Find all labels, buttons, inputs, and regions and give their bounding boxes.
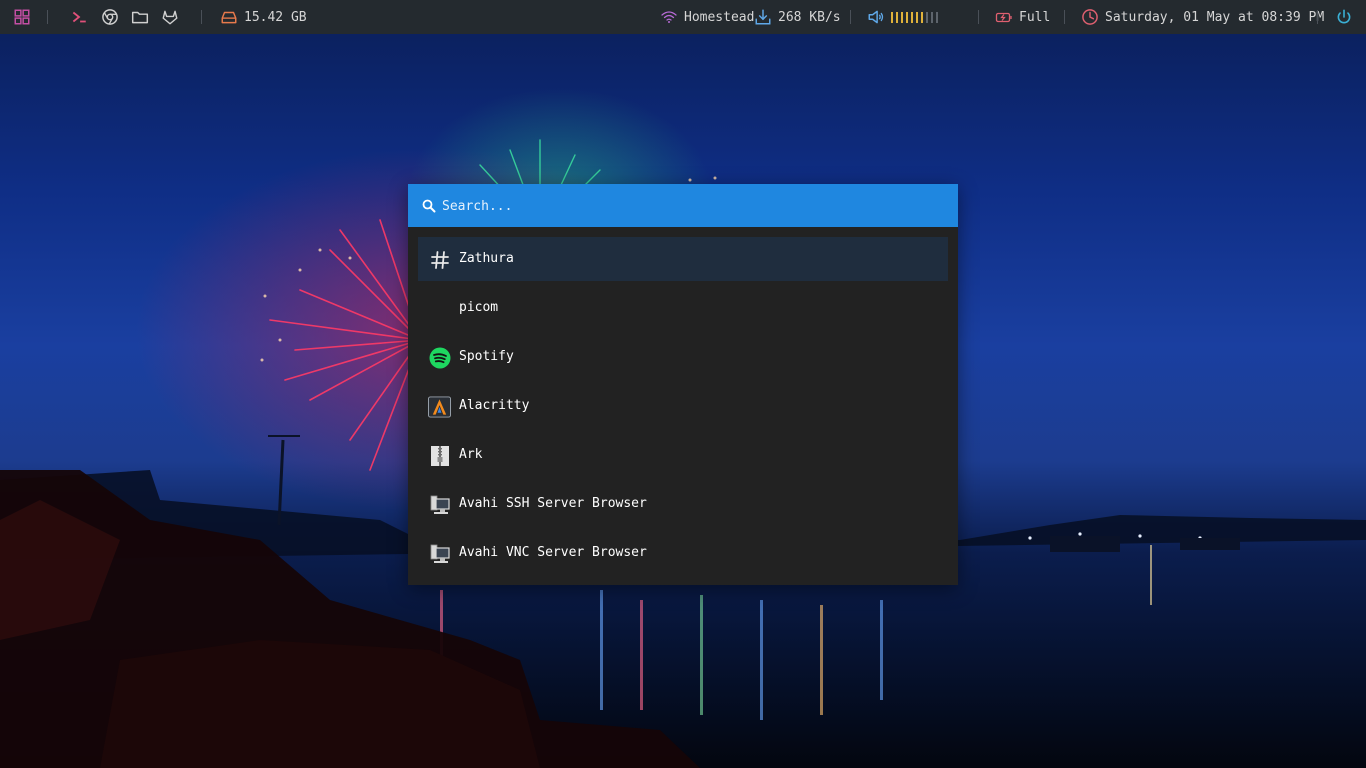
clock-icon [1082, 9, 1098, 25]
disk-usage-value: 15.42 GB [244, 9, 307, 25]
terminal-launcher[interactable] [70, 0, 88, 34]
volume-bar [891, 11, 893, 23]
folder-icon [131, 11, 149, 24]
list-item-label: Alacritty [459, 398, 530, 413]
chrome-icon [102, 9, 118, 25]
list-item-label: Spotify [459, 349, 514, 364]
clock-datetime: Saturday, 01 May at 08:39 PM [1105, 9, 1325, 25]
power-icon [1337, 9, 1351, 24]
battery-label: Full [1019, 9, 1051, 25]
apps-grid-button[interactable] [13, 0, 31, 34]
separator [201, 10, 202, 24]
gitlab-icon [162, 10, 178, 25]
separator [1317, 10, 1318, 24]
list-item[interactable]: Avahi SSH Server Browser [418, 482, 948, 526]
separator [47, 10, 48, 24]
archive-icon [428, 444, 451, 467]
list-item[interactable]: Avahi VNC Server Browser [418, 531, 948, 575]
download-icon [755, 9, 771, 25]
wifi-ssid: Homestead [684, 9, 755, 25]
search-icon [422, 199, 436, 213]
top-panel: 15.42 GB Homestead 268 KB/s Full Saturda… [0, 0, 1366, 34]
search-input[interactable] [442, 195, 942, 217]
wifi-status[interactable]: Homestead [660, 0, 754, 34]
list-item-label: Avahi VNC Server Browser [459, 545, 647, 560]
power-button[interactable] [1335, 0, 1353, 34]
download-speed: 268 KB/s [778, 9, 841, 25]
battery-status: Full [995, 0, 1050, 34]
battery-charging-icon [995, 12, 1012, 23]
hard-drive-icon [221, 11, 237, 24]
volume-control[interactable] [867, 0, 938, 34]
files-launcher[interactable] [131, 0, 149, 34]
browser-launcher[interactable] [101, 0, 119, 34]
volume-bar [901, 11, 903, 23]
spotify-icon [428, 346, 451, 369]
search-bar [408, 184, 958, 227]
separator [850, 10, 851, 24]
list-item-label: Avahi SSH Server Browser [459, 496, 647, 511]
volume-bar [916, 11, 918, 23]
volume-bar [896, 11, 898, 23]
list-item-label: picom [459, 300, 499, 315]
network-computer-icon [428, 493, 451, 516]
wifi-icon [661, 11, 677, 23]
separator [1064, 10, 1065, 24]
app-list: Zathura picom Spotify Alacritty Ark Avah… [418, 237, 948, 580]
network-computer-icon [428, 542, 451, 565]
list-item[interactable]: picom [418, 286, 948, 330]
alacritty-icon [428, 395, 451, 418]
separator [978, 10, 979, 24]
volume-bar [911, 11, 913, 23]
volume-bar [906, 11, 908, 23]
list-item[interactable]: Zathura [418, 237, 948, 281]
list-item[interactable]: Ark [418, 433, 948, 477]
network-speed: 268 KB/s [754, 0, 841, 34]
terminal-icon [72, 11, 86, 23]
clock[interactable]: Saturday, 01 May at 08:39 PM [1081, 0, 1324, 34]
disk-usage: 15.42 GB [220, 0, 307, 34]
list-item-label: Ark [459, 447, 483, 462]
volume-bar [921, 11, 923, 23]
speaker-icon [868, 10, 884, 24]
app-launcher: Zathura picom Spotify [408, 184, 958, 585]
hash-icon [428, 248, 451, 271]
list-item[interactable]: Alacritty [418, 384, 948, 428]
volume-level-bars[interactable] [891, 11, 938, 23]
list-item-label: Zathura [459, 251, 514, 266]
gitlab-launcher[interactable] [161, 0, 179, 34]
list-item[interactable]: Spotify [418, 335, 948, 379]
volume-bar [936, 11, 938, 23]
volume-bar [931, 11, 933, 23]
grid-icon [14, 9, 30, 25]
volume-bar [926, 11, 928, 23]
